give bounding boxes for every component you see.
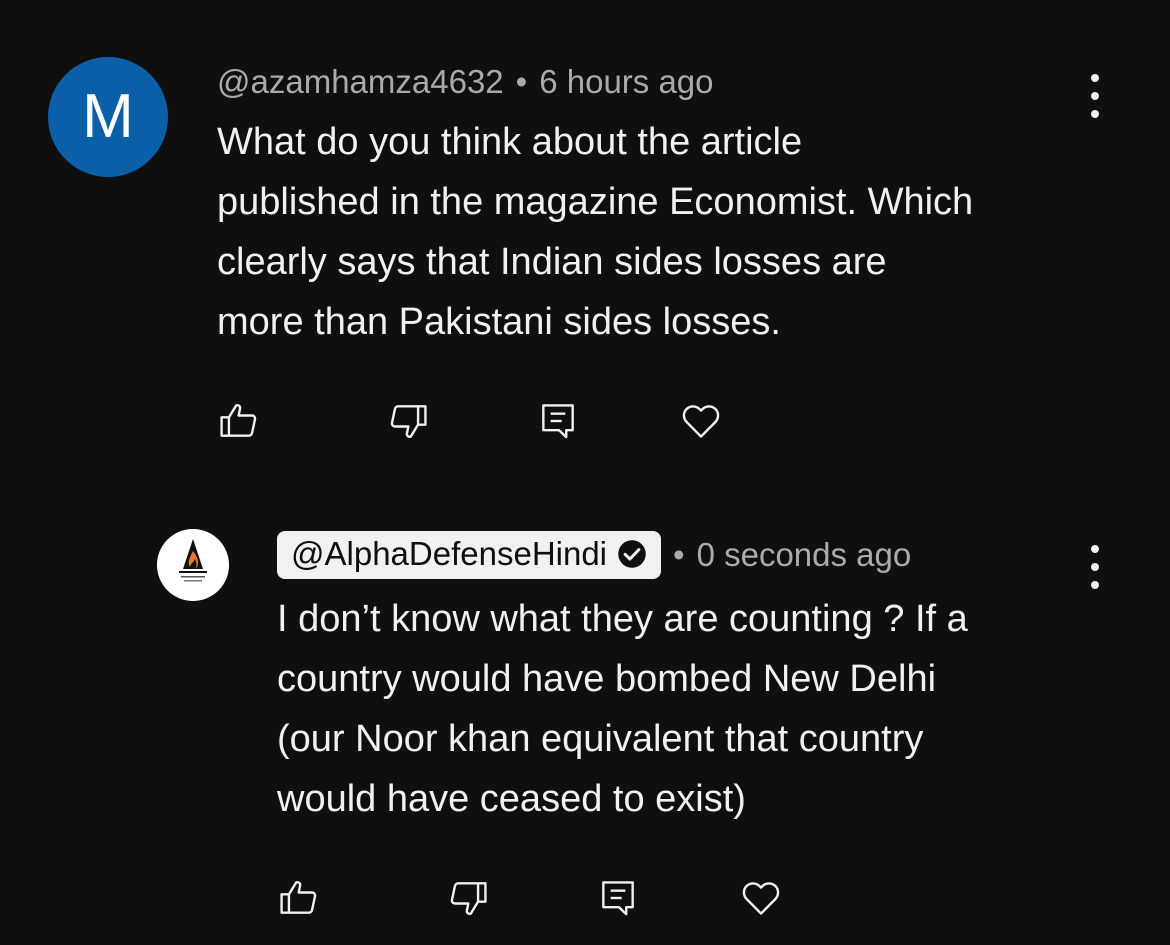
comment-line: published in the magazine Economist. Whi… [217,181,974,223]
dislike-icon [450,882,487,915]
comment-text: I don’t know what they are counting ? If… [277,589,968,829]
comment-text: What do you think about the article publ… [217,112,973,352]
author-handle[interactable]: @azamhamza4632 [217,63,504,101]
author-handle: @AlphaDefenseHindi [291,535,608,572]
more-dot [1091,74,1099,82]
like-icon [220,404,257,437]
comment-line: more than Pakistani sides losses. [217,301,781,343]
comment-line: (our Noor khan equivalent that country [277,718,924,760]
comment-meta: @AlphaDefenseHindi • 0 seconds ago [277,529,911,581]
like-button[interactable] [275,874,323,922]
heart-button[interactable] [677,397,725,445]
reply-icon [542,404,574,439]
comment-line: would have ceased to exist) [277,778,746,820]
more-dot [1091,545,1099,553]
comment-line: clearly says that Indian sides losses ar… [217,241,887,283]
like-button[interactable] [215,397,263,445]
avatar-letter: M [82,82,134,151]
channel-logo-icon [157,529,229,601]
more-dot [1091,581,1099,589]
comment-line: I don’t know what they are counting ? If… [277,598,968,640]
reply-button[interactable] [534,397,582,445]
avatar[interactable] [157,529,229,601]
heart-icon [742,882,780,915]
heart-button[interactable] [737,874,785,922]
avatar[interactable]: M [48,57,168,177]
comment-line: What do you think about the article [217,121,803,163]
reply-button[interactable] [594,874,642,922]
dislike-button[interactable] [444,874,492,922]
comment-meta: @azamhamza4632 • 6 hours ago [217,60,714,104]
more-dot [1091,92,1099,100]
verified-icon [618,540,646,568]
author-handle-chip[interactable]: @AlphaDefenseHindi [277,531,662,579]
more-dot [1091,563,1099,571]
like-icon [280,881,317,914]
comment-line: country would have bombed New Delhi [277,658,937,700]
meta-separator: • [673,536,685,573]
dislike-button[interactable] [384,397,432,445]
more-options-button[interactable] [1085,74,1105,118]
meta-separator: • [515,63,528,100]
more-options-button[interactable] [1085,545,1105,589]
more-dot [1091,110,1099,118]
reply-icon [602,881,634,916]
heart-icon [682,405,720,438]
comment-time: 0 seconds ago [696,536,912,573]
comment-time: 6 hours ago [539,63,714,100]
dislike-icon [390,405,427,438]
